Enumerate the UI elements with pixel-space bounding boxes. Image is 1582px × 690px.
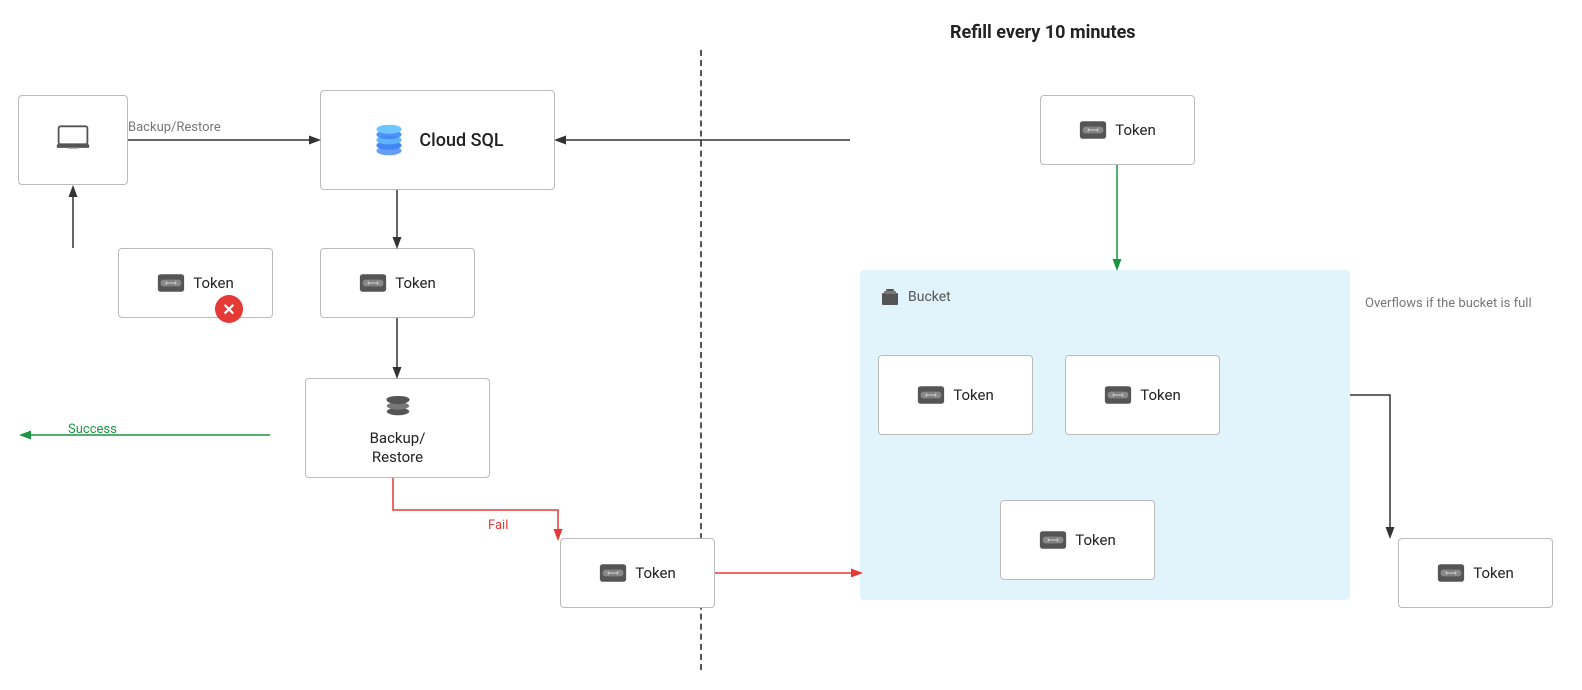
diagram-container: Refill every 10 minutes Token ✕ [0, 0, 1582, 690]
token-label-bucket-left: Token [953, 386, 993, 404]
token-box-bucket-bottom: Token [1000, 500, 1155, 580]
token-label-refill: Token [1115, 121, 1155, 139]
token-icon-center-top [359, 273, 387, 293]
token-label-overflow: Token [1473, 564, 1513, 582]
token-icon-overflow [1437, 563, 1465, 583]
token-box-bucket-left: Token [878, 355, 1033, 435]
token-box-overflow: Token [1398, 538, 1553, 608]
backup-restore-arrow-label: Backup/Restore [128, 120, 221, 135]
laptop-box [18, 95, 128, 185]
token-box-bucket-right: Token [1065, 355, 1220, 435]
token-box-left: Token [118, 248, 273, 318]
token-label-bucket-bottom: Token [1075, 531, 1115, 549]
refill-header: Refill every 10 minutes [950, 22, 1136, 43]
cloud-sql-icon [371, 122, 407, 158]
token-box-fail: Token [560, 538, 715, 608]
backup-restore-label: Backup/Restore [370, 429, 426, 468]
bucket-icon [878, 285, 902, 309]
token-icon-bucket-left [917, 385, 945, 405]
bucket-label: Bucket [878, 285, 951, 309]
token-label-bucket-right: Token [1140, 386, 1180, 404]
token-icon-bucket-right [1104, 385, 1132, 405]
fail-label: Fail [488, 518, 508, 533]
token-box-center-top: Token [320, 248, 475, 318]
cloud-sql-box: Cloud SQL [320, 90, 555, 190]
bucket-text: Bucket [908, 289, 951, 305]
success-label: Success [68, 422, 117, 437]
error-badge: ✕ [215, 295, 243, 323]
backup-restore-box: Backup/Restore [305, 378, 490, 478]
token-label-left: Token [193, 274, 233, 292]
token-icon-left [157, 273, 185, 293]
token-box-refill: Token [1040, 95, 1195, 165]
token-icon-refill [1079, 120, 1107, 140]
token-icon-bucket-bottom [1039, 530, 1067, 550]
backup-icon [383, 389, 413, 423]
token-icon-fail [599, 563, 627, 583]
token-label-center-top: Token [395, 274, 435, 292]
cloud-sql-label: Cloud SQL [419, 130, 503, 151]
laptop-icon [55, 120, 91, 160]
token-label-fail: Token [635, 564, 675, 582]
overflow-label: Overflows if the bucket is full [1365, 295, 1565, 313]
